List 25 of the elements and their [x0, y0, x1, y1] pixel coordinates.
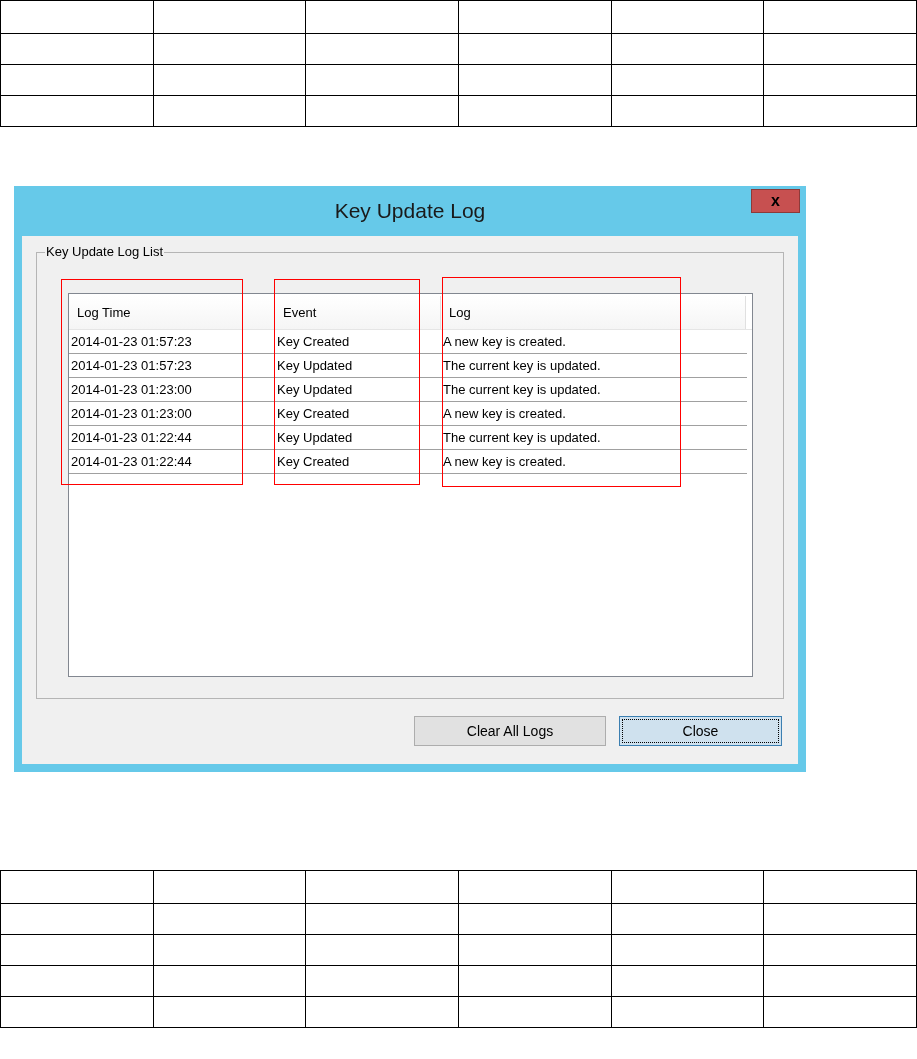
table-cell-text: 2014-01-23 01:23:00: [70, 405, 193, 423]
table-cell-text: 2014-01-23 01:23:00: [70, 381, 193, 399]
table-cell-text: The current key is updated.: [442, 357, 602, 375]
table-cell-text: Key Updated: [276, 429, 354, 447]
table-cell-text: The current key is updated.: [442, 429, 602, 447]
table-cell-text: Key Created: [276, 453, 351, 471]
table-cell-text: Key Updated: [276, 357, 354, 375]
table-cell-text: A new key is created.: [442, 405, 567, 423]
table-cell-text: Key Updated: [276, 381, 354, 399]
table-cell-text: Key Created: [276, 333, 351, 351]
title-bar-x-button[interactable]: x: [751, 189, 800, 213]
table-cell-text: The current key is updated.: [442, 381, 602, 399]
dialog-button[interactable]: Close: [619, 716, 782, 746]
window-title: Key Update Log: [334, 198, 486, 225]
table-cell-text: Key Created: [276, 405, 351, 423]
group-label: Key Update Log List: [45, 244, 165, 260]
table-cell-text: 2014-01-23 01:57:23: [70, 357, 193, 375]
column-header[interactable]: Event: [275, 296, 441, 329]
table-cell-text: 2014-01-23 01:57:23: [70, 333, 193, 351]
table-cell-text: A new key is created.: [442, 453, 567, 471]
table-cell-text: A new key is created.: [442, 333, 567, 351]
table-cell-text: 2014-01-23 01:22:44: [70, 453, 193, 471]
dialog-button[interactable]: Clear All Logs: [414, 716, 606, 746]
column-header[interactable]: Log: [441, 296, 746, 329]
table-cell-text: 2014-01-23 01:22:44: [70, 429, 193, 447]
